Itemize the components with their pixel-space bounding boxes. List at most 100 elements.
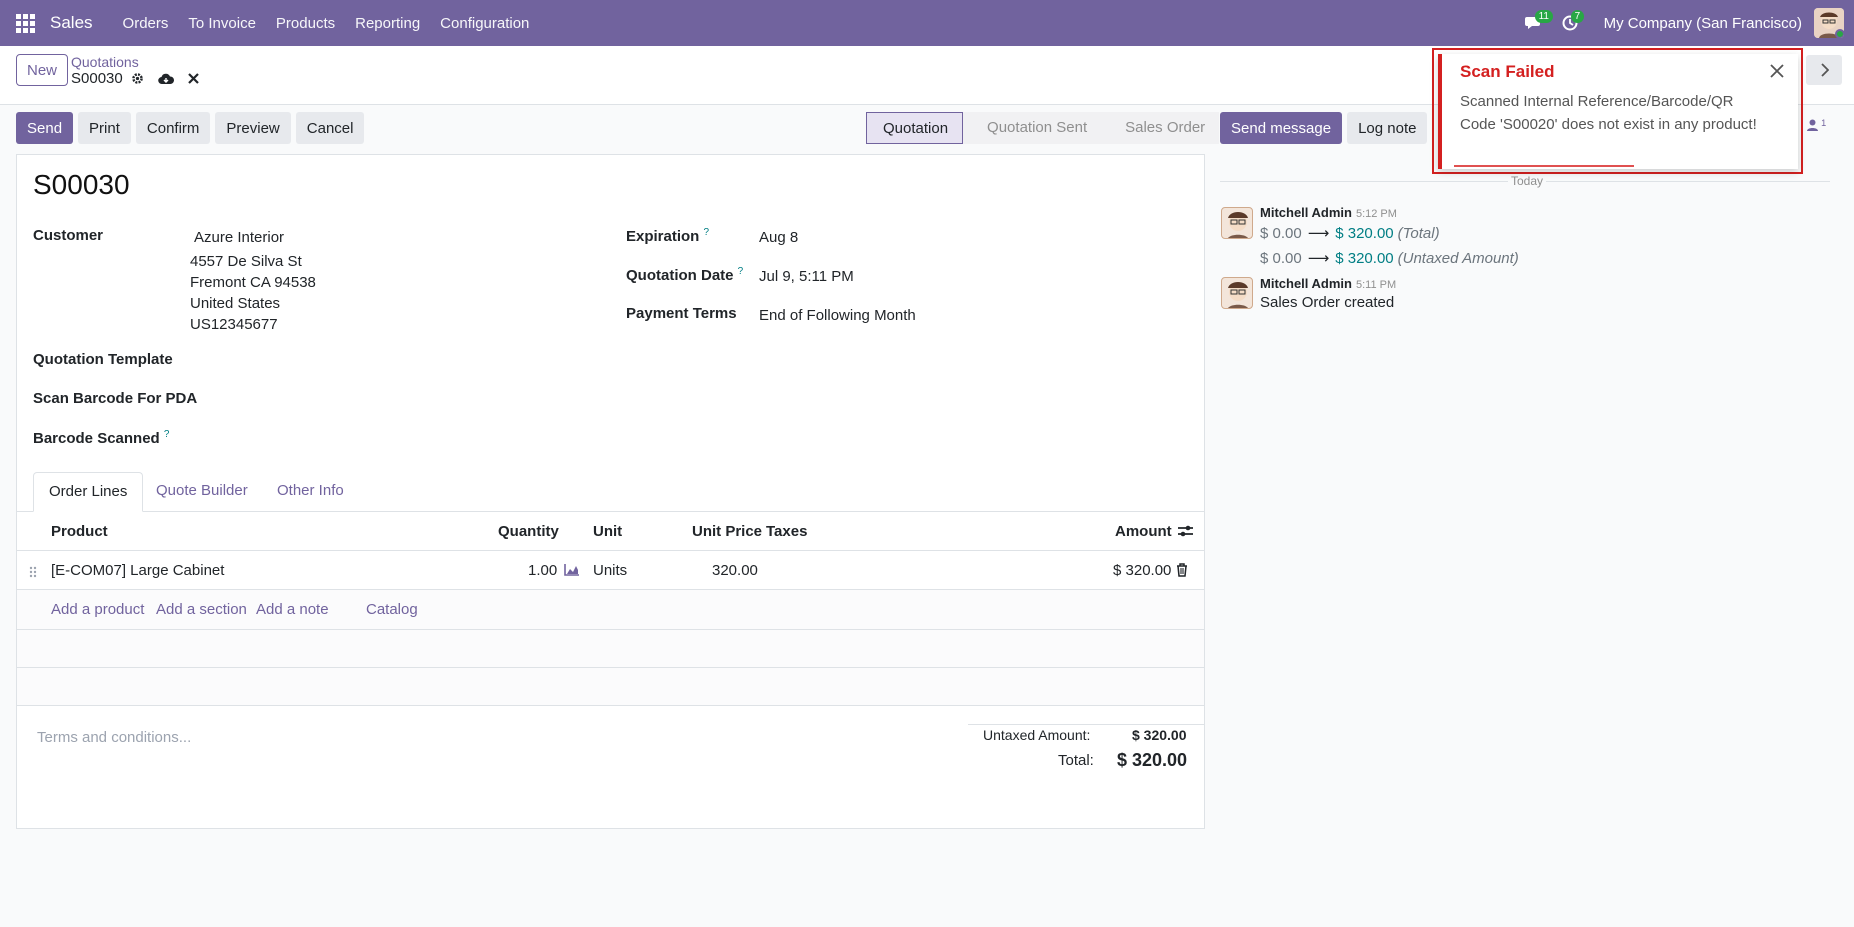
tab-order-lines[interactable]: Order Lines (33, 472, 144, 512)
app-name[interactable]: Sales (50, 13, 93, 33)
tracking-change: $ 0.00 ⟶ $ 320.00 (Untaxed Amount) (1260, 250, 1519, 267)
col-taxes[interactable]: Taxes (766, 512, 807, 551)
top-navbar: Sales Orders To Invoice Products Reporti… (0, 0, 1854, 46)
col-amount[interactable]: Amount (1115, 512, 1172, 551)
cancel-button[interactable]: Cancel (295, 112, 365, 144)
activities-button[interactable]: 7 (1552, 0, 1588, 46)
forecast-chart-icon[interactable] (564, 563, 580, 580)
send-message-button[interactable]: Send message (1220, 112, 1343, 144)
tracking-change: $ 0.00 ⟶ $ 320.00 (Total) (1260, 225, 1440, 242)
add-product-link[interactable]: Add a product (51, 590, 144, 630)
breadcrumb-quotations[interactable]: Quotations (71, 54, 139, 70)
total-label: Total: (1058, 752, 1094, 769)
line-product[interactable]: [E-COM07] Large Cabinet (51, 551, 224, 590)
line-unit-price[interactable]: 320.00 (712, 551, 758, 590)
message-author: Mitchell Admin 5:11 PM (1260, 276, 1397, 291)
breadcrumb-current: S00030 (71, 70, 123, 87)
totals-divider (968, 724, 1204, 725)
quotation-date-field[interactable]: Jul 9, 5:11 PM (759, 268, 854, 285)
discard-icon[interactable] (187, 73, 199, 84)
col-unit-price[interactable]: Unit Price (692, 512, 762, 551)
table-row[interactable]: [E-COM07] Large Cabinet 1.00 Units 320.0… (17, 551, 1204, 590)
terms-input[interactable]: Terms and conditions... (37, 729, 191, 746)
trash-icon[interactable] (1176, 563, 1188, 581)
add-section-link[interactable]: Add a section (156, 590, 247, 630)
address-line: United States (190, 295, 281, 312)
menu-reporting[interactable]: Reporting (355, 15, 420, 32)
confirm-button[interactable]: Confirm (135, 112, 211, 144)
address-line: Fremont CA 94538 (190, 274, 316, 291)
stage-sales-order[interactable]: Sales Order (1101, 112, 1220, 144)
cloud-save-icon[interactable] (157, 73, 174, 85)
notification-progress (1454, 165, 1634, 167)
menu-to-invoice[interactable]: To Invoice (188, 15, 256, 32)
pager-next-button[interactable] (1806, 55, 1842, 85)
form-actions: Send Print Confirm Preview Cancel (16, 112, 365, 144)
send-button[interactable]: Send (16, 112, 74, 144)
payment-terms-field[interactable]: End of Following Month (759, 307, 916, 324)
menu-orders[interactable]: Orders (123, 15, 169, 32)
followers-button[interactable]: 1 (1807, 118, 1826, 134)
print-button[interactable]: Print (78, 112, 131, 144)
message-body: Sales Order created (1260, 294, 1395, 311)
gear-icon[interactable] (131, 72, 144, 85)
message-time: 5:11 PM (1355, 279, 1397, 291)
chevron-right-icon (1820, 63, 1829, 77)
app-menu-icon[interactable] (0, 0, 50, 46)
empty-row (17, 668, 1204, 706)
status-bar: Quotation Quotation Sent Sales Order (866, 112, 1220, 144)
stage-quotation[interactable]: Quotation (866, 112, 964, 144)
untaxed-value: $ 320.00 (1132, 727, 1187, 743)
col-quantity[interactable]: Quantity (498, 512, 559, 551)
notification-title: Scan Failed (1460, 62, 1555, 81)
customer-field[interactable]: Azure Interior (194, 229, 284, 246)
quotation-template-label: Quotation Template (33, 351, 173, 368)
quotation-date-label: Quotation Date ? (626, 266, 744, 284)
user-avatar[interactable] (1814, 8, 1844, 38)
line-quantity[interactable]: 1.00 (528, 551, 557, 590)
messages-badge: 11 (1534, 10, 1553, 23)
user-icon (1807, 119, 1818, 131)
order-lines-header: Product Quantity Unit Unit Price Taxes A… (17, 512, 1204, 551)
help-tooltip-icon[interactable]: ? (164, 429, 170, 440)
followers-count: 1 (1821, 118, 1827, 128)
chatter-topbar: Send message Log note (1220, 112, 1428, 144)
tab-other-info[interactable]: Other Info (262, 472, 359, 512)
payment-terms-label: Payment Terms (626, 305, 737, 322)
company-switcher[interactable]: My Company (San Francisco) (1604, 15, 1802, 32)
message-time: 5:12 PM (1355, 208, 1397, 220)
catalog-link[interactable]: Catalog (366, 590, 418, 630)
message-avatar[interactable] (1221, 207, 1253, 239)
add-note-link[interactable]: Add a note (256, 590, 329, 630)
menu-products[interactable]: Products (276, 15, 335, 32)
expiration-field[interactable]: Aug 8 (759, 229, 798, 246)
vat-number: US12345677 (190, 316, 278, 333)
breadcrumb: S00030 (71, 70, 199, 87)
new-button[interactable]: New (16, 54, 69, 86)
messages-button[interactable]: 11 (1516, 0, 1553, 46)
notification-body: Scanned Internal Reference/Barcode/QR Co… (1460, 93, 1757, 133)
message-author: Mitchell Admin 5:12 PM (1260, 205, 1397, 220)
total-value: $ 320.00 (1117, 750, 1188, 770)
help-tooltip-icon[interactable]: ? (738, 266, 744, 277)
col-unit[interactable]: Unit (593, 512, 622, 551)
stage-quotation-sent[interactable]: Quotation Sent (963, 112, 1102, 144)
date-today: Today (1508, 174, 1547, 188)
line-amount: $ 320.00 (1113, 562, 1172, 579)
column-settings-icon[interactable] (1178, 524, 1193, 542)
record-title: S00030 (33, 169, 130, 200)
add-line-row: Add a product Add a section Add a note C… (17, 590, 1204, 630)
col-product[interactable]: Product (51, 512, 108, 551)
message-avatar[interactable] (1221, 277, 1253, 309)
line-unit[interactable]: Units (593, 551, 627, 590)
address-line: 4557 De Silva St (190, 253, 302, 270)
empty-row (17, 630, 1204, 668)
close-icon[interactable] (1768, 62, 1786, 80)
drag-handle-icon[interactable] (29, 565, 37, 582)
help-tooltip-icon[interactable]: ? (704, 227, 710, 238)
tab-quote-builder[interactable]: Quote Builder (141, 472, 263, 512)
preview-button[interactable]: Preview (215, 112, 291, 144)
menu-configuration[interactable]: Configuration (440, 15, 529, 32)
customer-label: Customer (33, 227, 104, 244)
log-note-button[interactable]: Log note (1347, 112, 1428, 144)
